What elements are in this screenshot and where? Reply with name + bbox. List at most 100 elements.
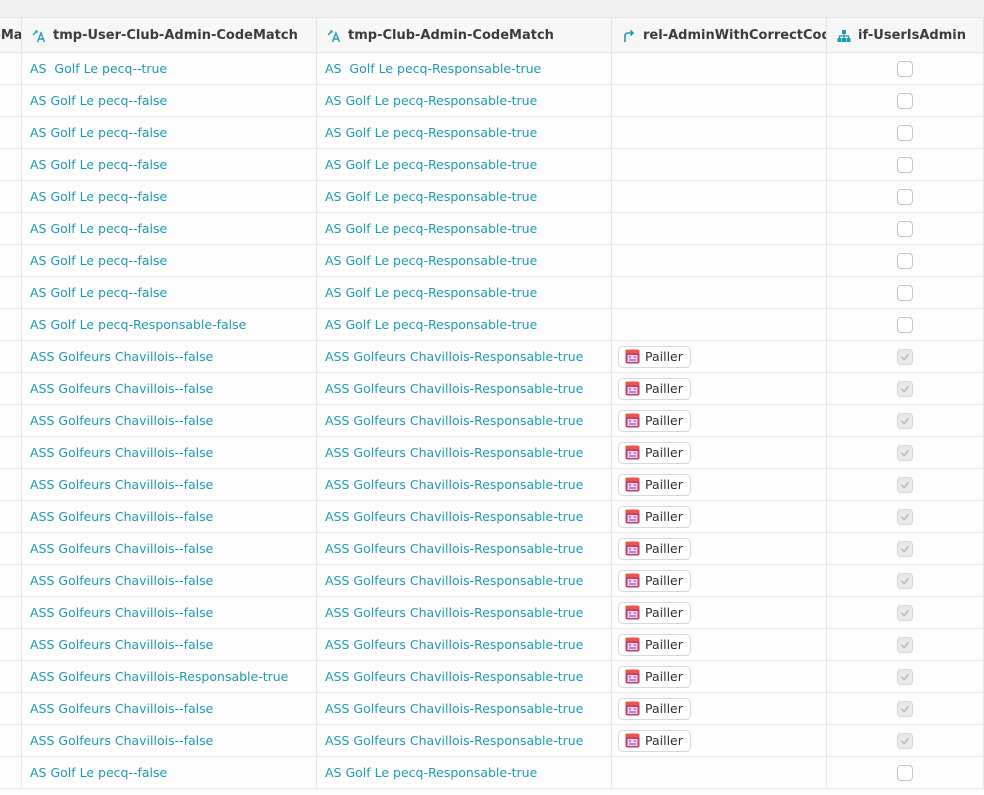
table-row[interactable]: ASS Golfeurs Chavillois--false ASS Golfe… (0, 629, 984, 661)
cell-tmp-club-admin-codematch[interactable]: AS Golf Le pecq-Responsable-true (317, 117, 612, 148)
cell-truncated[interactable] (0, 341, 22, 372)
cell-rel-adminwithcorrectcode[interactable]: Pailler (612, 565, 827, 596)
cell-truncated[interactable] (0, 309, 22, 340)
cell-tmp-club-admin-codematch[interactable]: AS Golf Le pecq-Responsable-true (317, 245, 612, 276)
cell-rel-adminwithcorrectcode[interactable] (612, 53, 827, 84)
cell-if-userisadmin[interactable] (827, 725, 984, 756)
table-row[interactable]: AS Golf Le pecq--false AS Golf Le pecq-R… (0, 245, 984, 277)
cell-if-userisadmin[interactable] (827, 341, 984, 372)
table-row[interactable]: ASS Golfeurs Chavillois--false ASS Golfe… (0, 373, 984, 405)
cell-truncated[interactable] (0, 661, 22, 692)
cell-truncated[interactable] (0, 501, 22, 532)
cell-if-userisadmin[interactable] (827, 693, 984, 724)
checkbox[interactable] (897, 700, 913, 717)
checkbox[interactable] (897, 284, 913, 301)
cell-rel-adminwithcorrectcode[interactable]: Pailler (612, 373, 827, 404)
cell-truncated[interactable] (0, 533, 22, 564)
table-row[interactable]: AS Golf Le pecq--true AS Golf Le pecq-Re… (0, 53, 984, 85)
checkbox[interactable] (897, 732, 913, 749)
table-row[interactable]: ASS Golfeurs Chavillois--false ASS Golfe… (0, 341, 984, 373)
cell-tmp-user-club-admin-codematch[interactable]: AS Golf Le pecq--false (22, 117, 317, 148)
cell-truncated[interactable] (0, 277, 22, 308)
cell-tmp-club-admin-codematch[interactable]: ASS Golfeurs Chavillois-Responsable-true (317, 469, 612, 500)
relation-chip[interactable]: Pailler (618, 665, 691, 688)
cell-tmp-user-club-admin-codematch[interactable]: AS Golf Le pecq--false (22, 277, 317, 308)
cell-tmp-club-admin-codematch[interactable]: ASS Golfeurs Chavillois-Responsable-true (317, 725, 612, 756)
checkbox[interactable] (897, 156, 913, 173)
checkbox[interactable] (897, 444, 913, 461)
cell-tmp-club-admin-codematch[interactable]: ASS Golfeurs Chavillois-Responsable-true (317, 405, 612, 436)
cell-tmp-user-club-admin-codematch[interactable]: AS Golf Le pecq--false (22, 213, 317, 244)
cell-tmp-user-club-admin-codematch[interactable]: ASS Golfeurs Chavillois--false (22, 341, 317, 372)
cell-rel-adminwithcorrectcode[interactable] (612, 277, 827, 308)
column-header-tmp-user-club-admin-codematch[interactable]: tmp-User-Club-Admin-CodeMatch (22, 18, 317, 53)
cell-rel-adminwithcorrectcode[interactable] (612, 85, 827, 116)
cell-tmp-user-club-admin-codematch[interactable]: ASS Golfeurs Chavillois--false (22, 405, 317, 436)
cell-if-userisadmin[interactable] (827, 533, 984, 564)
cell-tmp-user-club-admin-codematch[interactable]: ASS Golfeurs Chavillois--false (22, 501, 317, 532)
relation-chip[interactable]: Pailler (618, 633, 691, 656)
cell-tmp-user-club-admin-codematch[interactable]: AS Golf Le pecq--false (22, 149, 317, 180)
cell-truncated[interactable] (0, 437, 22, 468)
checkbox[interactable] (897, 668, 913, 685)
cell-rel-adminwithcorrectcode[interactable] (612, 245, 827, 276)
relation-chip[interactable]: Pailler (618, 601, 691, 624)
cell-tmp-club-admin-codematch[interactable]: ASS Golfeurs Chavillois-Responsable-true (317, 597, 612, 628)
relation-chip[interactable]: Pailler (618, 569, 691, 592)
cell-tmp-user-club-admin-codematch[interactable]: ASS Golfeurs Chavillois-Responsable-true (22, 661, 317, 692)
cell-rel-adminwithcorrectcode[interactable]: Pailler (612, 725, 827, 756)
checkbox[interactable] (897, 252, 913, 269)
cell-if-userisadmin[interactable] (827, 565, 984, 596)
table-row[interactable]: AS Golf Le pecq--false AS Golf Le pecq-R… (0, 181, 984, 213)
table-row[interactable]: AS Golf Le pecq--false AS Golf Le pecq-R… (0, 117, 984, 149)
cell-truncated[interactable] (0, 117, 22, 148)
cell-truncated[interactable] (0, 213, 22, 244)
cell-tmp-club-admin-codematch[interactable]: ASS Golfeurs Chavillois-Responsable-true (317, 533, 612, 564)
cell-truncated[interactable] (0, 181, 22, 212)
cell-truncated[interactable] (0, 725, 22, 756)
table-row[interactable]: ASS Golfeurs Chavillois--false ASS Golfe… (0, 437, 984, 469)
cell-rel-adminwithcorrectcode[interactable] (612, 309, 827, 340)
cell-tmp-club-admin-codematch[interactable]: ASS Golfeurs Chavillois-Responsable-true (317, 437, 612, 468)
cell-rel-adminwithcorrectcode[interactable]: Pailler (612, 661, 827, 692)
cell-truncated[interactable] (0, 597, 22, 628)
checkbox[interactable] (897, 220, 913, 237)
cell-if-userisadmin[interactable] (827, 437, 984, 468)
table-row[interactable]: AS Golf Le pecq--false AS Golf Le pecq-R… (0, 277, 984, 309)
cell-truncated[interactable] (0, 245, 22, 276)
cell-truncated[interactable] (0, 149, 22, 180)
column-header-rel-adminwithcorrectcode[interactable]: rel-AdminWithCorrectCode (612, 18, 827, 53)
cell-if-userisadmin[interactable] (827, 501, 984, 532)
cell-tmp-user-club-admin-codematch[interactable]: ASS Golfeurs Chavillois--false (22, 565, 317, 596)
table-row[interactable]: ASS Golfeurs Chavillois-Responsable-true… (0, 661, 984, 693)
cell-rel-adminwithcorrectcode[interactable]: Pailler (612, 629, 827, 660)
cell-tmp-user-club-admin-codematch[interactable]: ASS Golfeurs Chavillois--false (22, 533, 317, 564)
cell-rel-adminwithcorrectcode[interactable]: Pailler (612, 693, 827, 724)
table-row[interactable]: ASS Golfeurs Chavillois--false ASS Golfe… (0, 469, 984, 501)
cell-rel-adminwithcorrectcode[interactable]: Pailler (612, 341, 827, 372)
relation-chip[interactable]: Pailler (618, 409, 691, 432)
column-header-truncated[interactable]: eMa (0, 18, 22, 53)
cell-truncated[interactable] (0, 405, 22, 436)
cell-tmp-club-admin-codematch[interactable]: AS Golf Le pecq-Responsable-true (317, 53, 612, 84)
checkbox[interactable] (897, 540, 913, 557)
cell-tmp-club-admin-codematch[interactable]: AS Golf Le pecq-Responsable-true (317, 757, 612, 788)
cell-truncated[interactable] (0, 629, 22, 660)
table-row[interactable]: AS Golf Le pecq--false AS Golf Le pecq-R… (0, 85, 984, 117)
cell-tmp-club-admin-codematch[interactable]: AS Golf Le pecq-Responsable-true (317, 277, 612, 308)
checkbox[interactable] (897, 188, 913, 205)
cell-rel-adminwithcorrectcode[interactable]: Pailler (612, 437, 827, 468)
table-row[interactable]: AS Golf Le pecq--false AS Golf Le pecq-R… (0, 757, 984, 789)
cell-tmp-user-club-admin-codematch[interactable]: AS Golf Le pecq--false (22, 245, 317, 276)
cell-tmp-user-club-admin-codematch[interactable]: ASS Golfeurs Chavillois--false (22, 437, 317, 468)
cell-tmp-user-club-admin-codematch[interactable]: AS Golf Le pecq--true (22, 53, 317, 84)
cell-tmp-user-club-admin-codematch[interactable]: AS Golf Le pecq--false (22, 181, 317, 212)
cell-if-userisadmin[interactable] (827, 661, 984, 692)
table-row[interactable]: ASS Golfeurs Chavillois--false ASS Golfe… (0, 597, 984, 629)
column-header-tmp-club-admin-codematch[interactable]: tmp-Club-Admin-CodeMatch (317, 18, 612, 53)
cell-tmp-user-club-admin-codematch[interactable]: ASS Golfeurs Chavillois--false (22, 469, 317, 500)
cell-rel-adminwithcorrectcode[interactable] (612, 181, 827, 212)
cell-tmp-club-admin-codematch[interactable]: ASS Golfeurs Chavillois-Responsable-true (317, 661, 612, 692)
table-row[interactable]: AS Golf Le pecq--false AS Golf Le pecq-R… (0, 213, 984, 245)
checkbox[interactable] (897, 348, 913, 365)
